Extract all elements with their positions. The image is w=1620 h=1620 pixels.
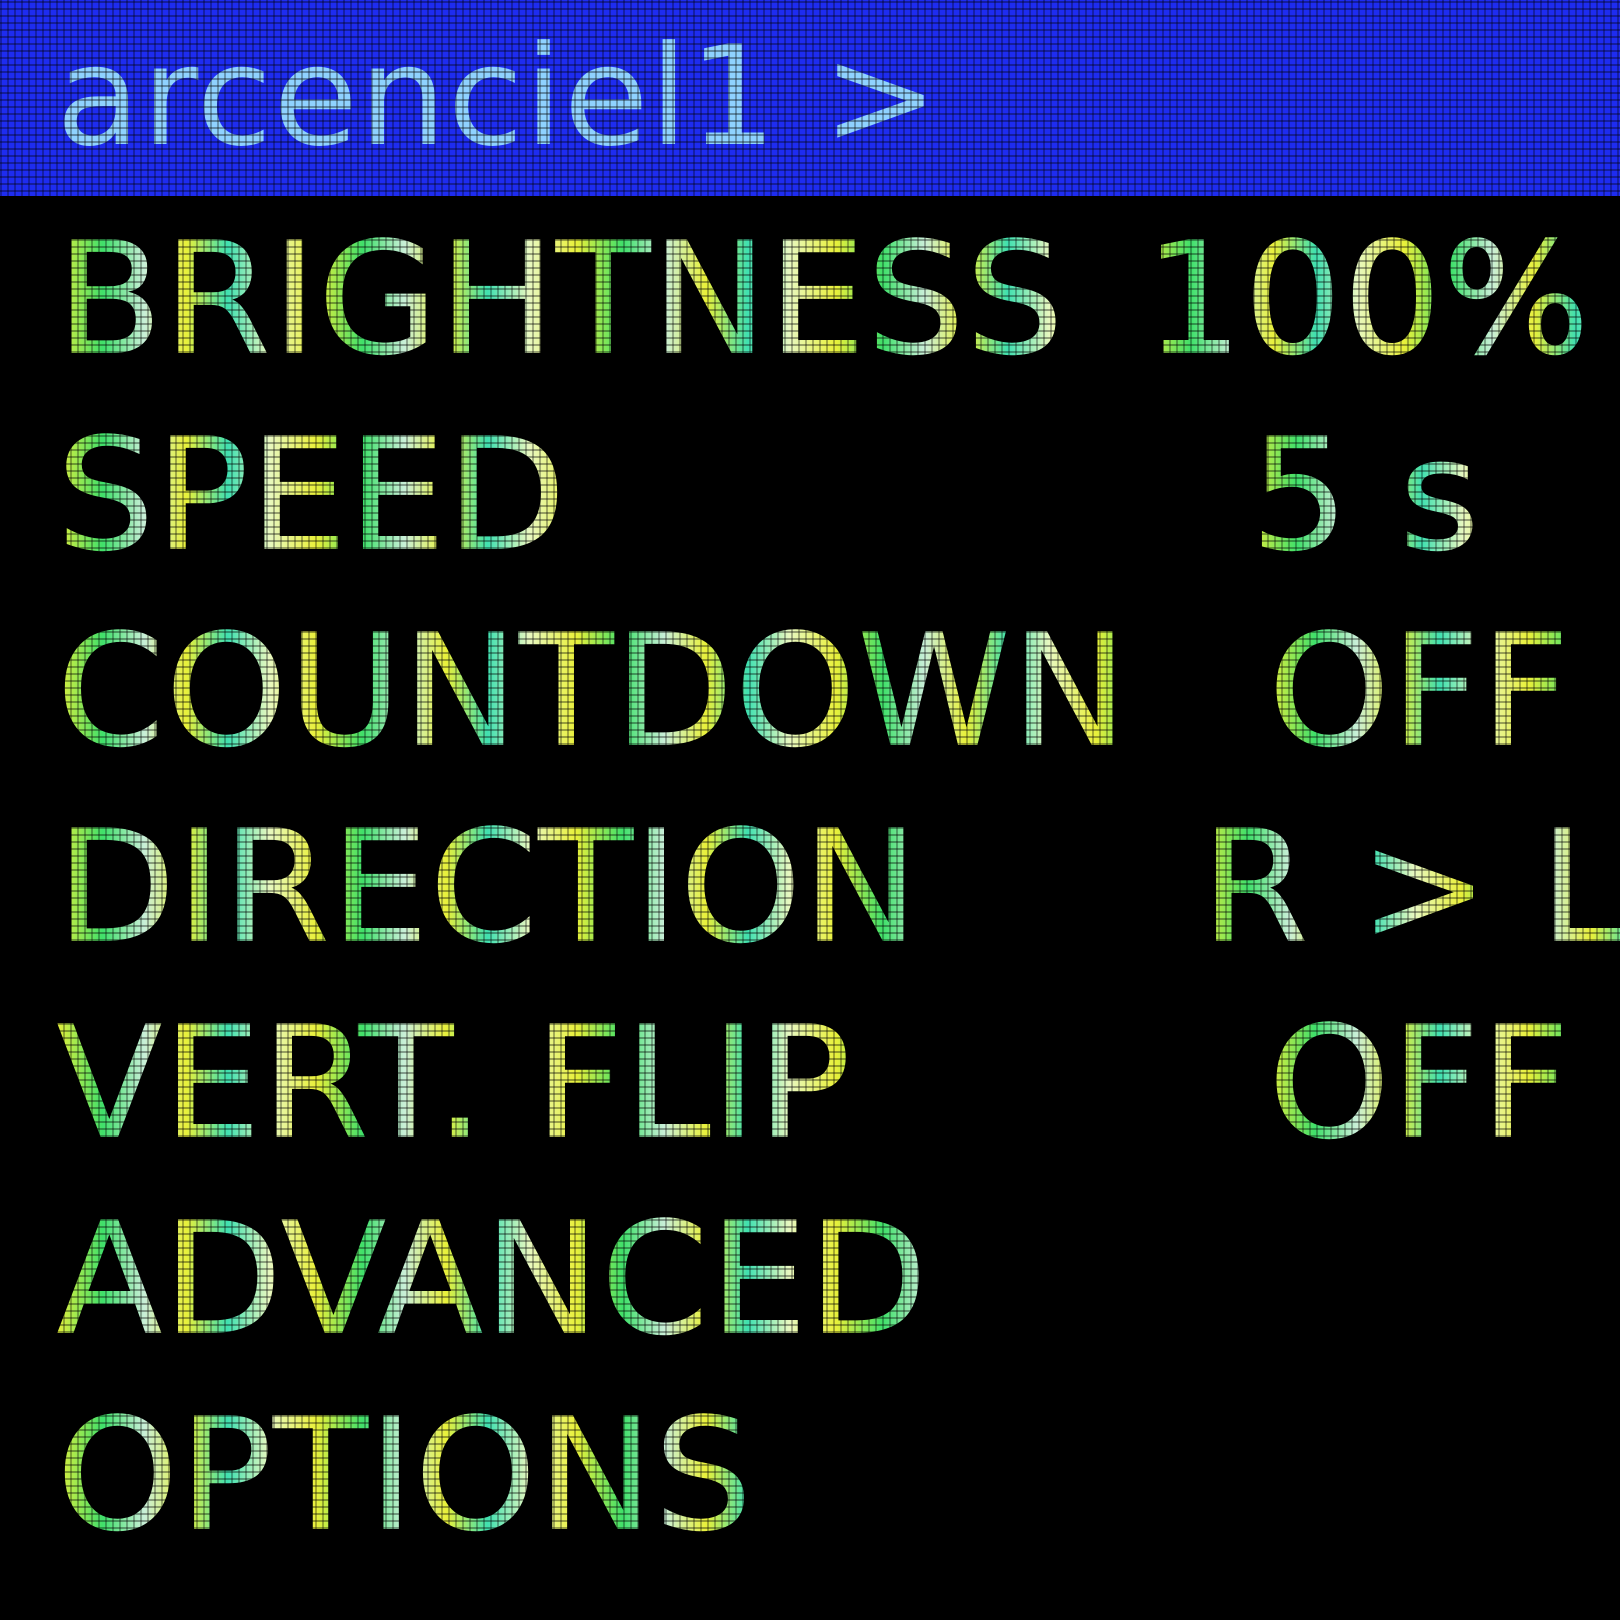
menu-item-speed[interactable]: SPEED 5 s — [0, 396, 1620, 594]
lcd-menu-screen: arcenciel1 > BRIGHTNESS 100% SPEED 5 s C… — [0, 0, 1620, 1620]
menu-item-brightness[interactable]: BRIGHTNESS 100% — [0, 200, 1620, 398]
menu-item-label: VERT. FLIP — [56, 984, 851, 1182]
menu-item-direction[interactable]: DIRECTION R > L — [0, 788, 1620, 986]
menu-item-label: DIRECTION — [56, 788, 919, 986]
menu-item-value: R > L — [1201, 788, 1620, 986]
menu-item-value: 5 s — [1250, 396, 1480, 594]
menu-title: arcenciel1 > — [56, 16, 940, 177]
menu-item-value: OFF — [1268, 592, 1570, 790]
menu-item-label: OPTIONS — [56, 1376, 753, 1574]
menu-item-vert-flip[interactable]: VERT. FLIP OFF — [0, 984, 1620, 1182]
menu-item-advanced[interactable]: ADVANCED — [0, 1180, 1620, 1378]
menu-item-options[interactable]: OPTIONS — [0, 1376, 1620, 1574]
menu-item-label: COUNTDOWN — [56, 592, 1128, 790]
menu-item-countdown[interactable]: COUNTDOWN OFF — [0, 592, 1620, 790]
menu-item-value: 100% — [1144, 200, 1590, 398]
menu-item-value: OFF — [1268, 984, 1570, 1182]
menu-item-label: ADVANCED — [56, 1180, 928, 1378]
menu-header[interactable]: arcenciel1 > — [0, 0, 1620, 196]
menu-item-label: SPEED — [56, 396, 566, 594]
menu-item-label: BRIGHTNESS — [56, 200, 1064, 398]
